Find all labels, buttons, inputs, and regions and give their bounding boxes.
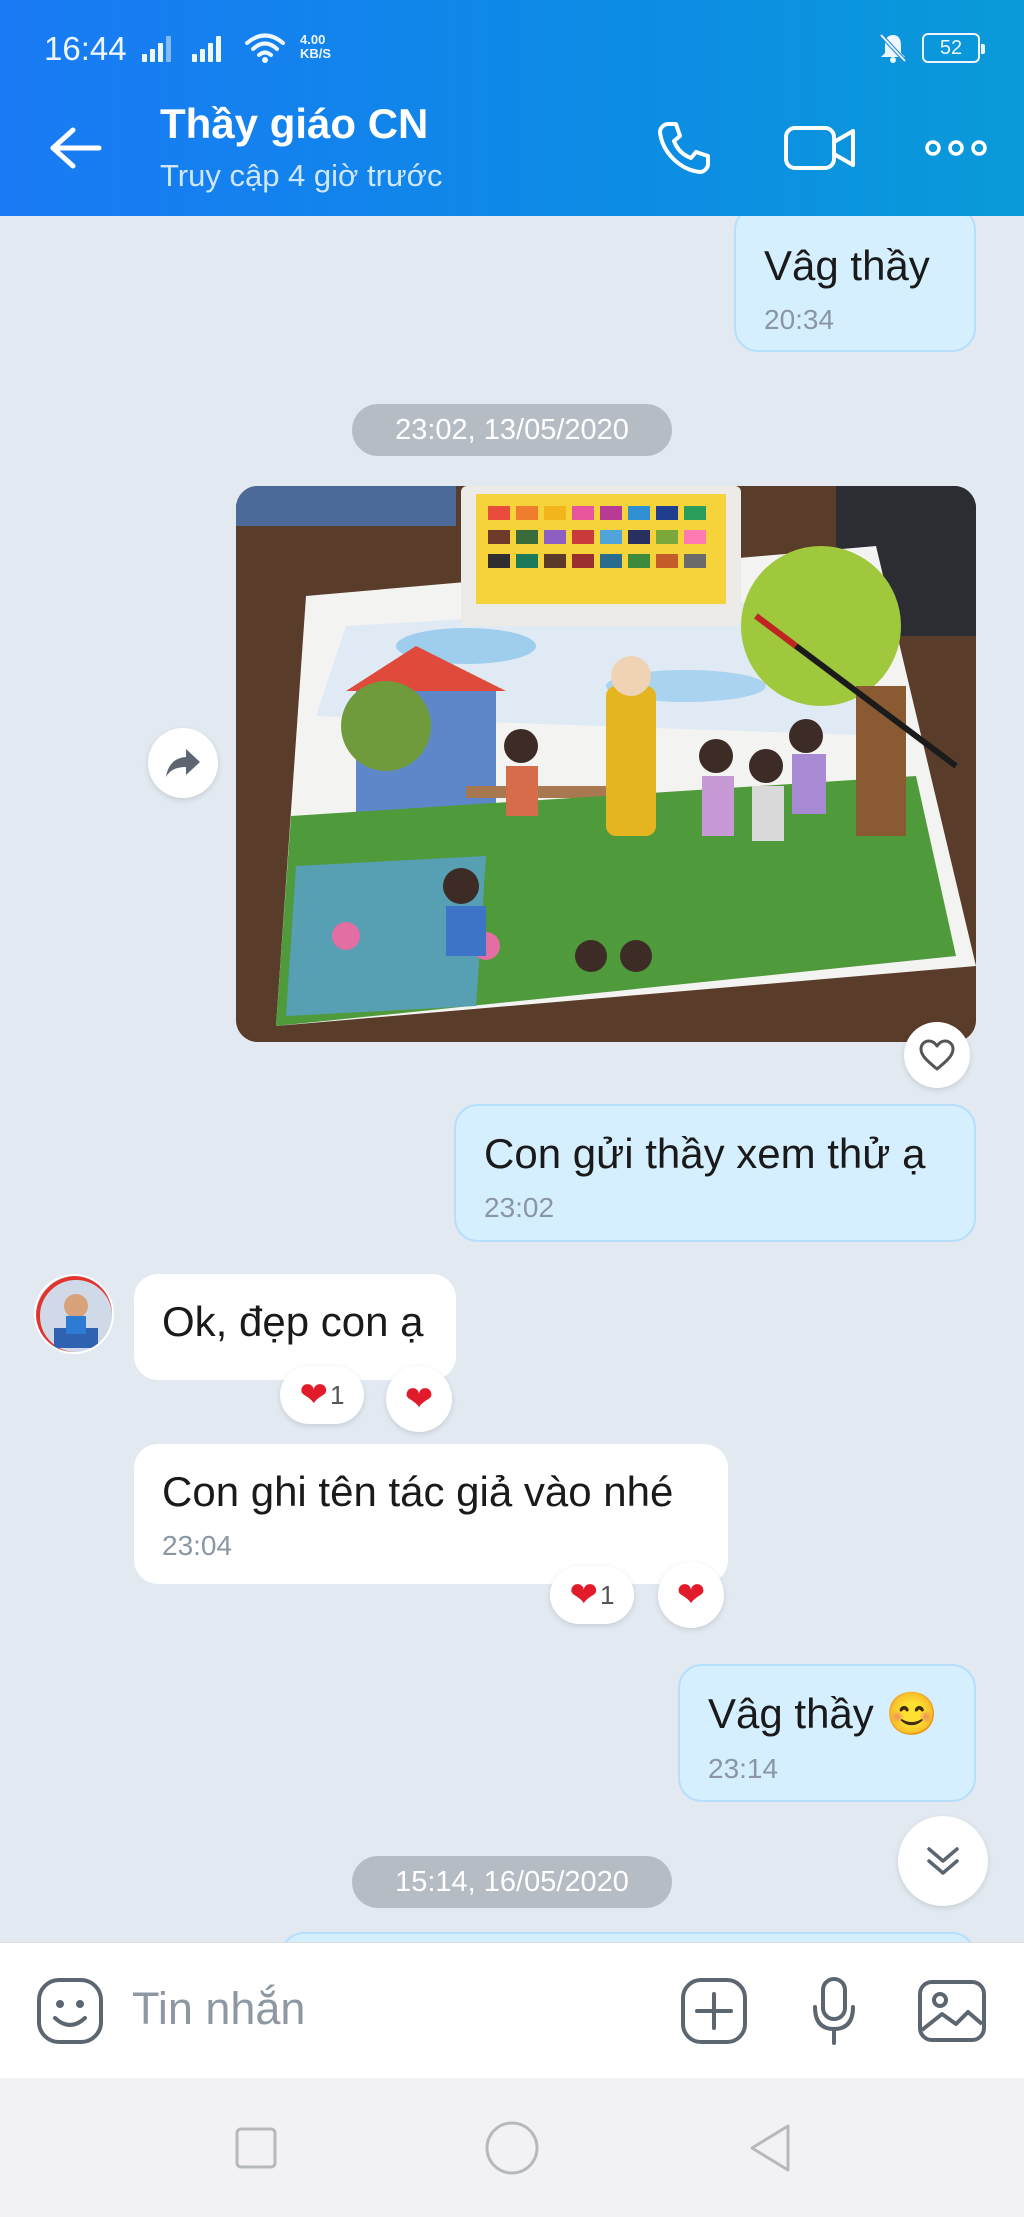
gallery-button[interactable] bbox=[914, 1973, 990, 2049]
wifi-icon bbox=[245, 33, 285, 63]
message-input[interactable]: Tin nhắn bbox=[132, 1983, 305, 2035]
forward-button[interactable] bbox=[148, 728, 218, 798]
more-options-button[interactable] bbox=[916, 108, 996, 188]
date-separator-text: 23:02, 13/05/2020 bbox=[395, 413, 629, 446]
reaction-summary[interactable]: ❤ 1 bbox=[550, 1566, 634, 1624]
arrow-left-icon bbox=[50, 127, 102, 169]
more-horizontal-icon bbox=[925, 140, 987, 156]
net-speed-unit: KB/S bbox=[300, 46, 332, 61]
heart-reaction-icon: ❤ bbox=[569, 1576, 599, 1614]
date-separator-text: 15:14, 16/05/2020 bbox=[395, 1865, 629, 1898]
heart-reaction-icon: ❤ bbox=[299, 1376, 329, 1414]
home-button[interactable] bbox=[482, 2118, 542, 2178]
voice-call-button[interactable] bbox=[644, 108, 724, 188]
status-time: 16:44 bbox=[44, 30, 127, 67]
message-bubble-incoming[interactable]: Con ghi tên tác giả vào nhé 23:04 bbox=[134, 1444, 728, 1584]
contact-last-seen: Truy cập 4 giờ trước bbox=[160, 158, 443, 193]
reaction-summary[interactable]: ❤ 1 bbox=[280, 1366, 364, 1424]
circle-icon bbox=[485, 2121, 539, 2175]
message-time: 23:04 bbox=[162, 1530, 233, 1561]
status-right: 52 bbox=[878, 32, 985, 64]
battery-level: 52 bbox=[939, 36, 963, 59]
square-icon bbox=[235, 2127, 277, 2169]
status-bar: 16:44 4.00 KB/S 52 bbox=[0, 0, 1024, 78]
message-bubble-outgoing[interactable]: Con gửi thầy xem thử ạ 23:02 bbox=[454, 1104, 976, 1242]
contact-name[interactable]: Thầy giáo CN bbox=[160, 100, 428, 148]
phone-icon bbox=[658, 122, 710, 174]
chat-area[interactable]: Vâg thầy 20:34 23:02, 13/05/2020 Con gửi… bbox=[0, 216, 1024, 1942]
heart-outline-icon bbox=[919, 1039, 955, 1071]
message-bubble-outgoing[interactable] bbox=[280, 1932, 976, 1942]
signal-icon-sim2 bbox=[192, 34, 221, 62]
image-message[interactable] bbox=[236, 486, 976, 1042]
emoji-button[interactable] bbox=[32, 1973, 108, 2049]
triangle-back-icon bbox=[750, 2124, 790, 2172]
app-bar: Thầy giáo CN Truy cập 4 giờ trước bbox=[0, 78, 1024, 216]
drawing-image bbox=[236, 486, 976, 1042]
plus-square-icon bbox=[681, 1978, 747, 2044]
date-separator: 15:14, 16/05/2020 bbox=[352, 1856, 672, 1908]
message-text: Con ghi tên tác giả vào nhé bbox=[162, 1468, 674, 1515]
back-button[interactable] bbox=[44, 116, 108, 180]
message-time: 23:14 bbox=[708, 1753, 779, 1784]
scroll-to-bottom-button[interactable] bbox=[898, 1816, 988, 1906]
video-call-button[interactable] bbox=[780, 108, 860, 188]
net-speed-value: 4.00 bbox=[300, 32, 326, 47]
muted-bell-icon bbox=[879, 33, 907, 63]
message-bubble-outgoing[interactable]: Vâg thầy 😊 23:14 bbox=[678, 1664, 976, 1802]
message-bubble-outgoing[interactable]: Vâg thầy 20:34 bbox=[734, 216, 976, 352]
message-time: 20:34 bbox=[764, 304, 835, 335]
microphone-icon bbox=[813, 1977, 855, 2045]
voice-message-button[interactable] bbox=[796, 1973, 872, 2049]
message-text: Con gửi thầy xem thử ạ bbox=[484, 1130, 926, 1177]
sticker-smile-icon bbox=[37, 1978, 103, 2044]
date-separator: 23:02, 13/05/2020 bbox=[352, 404, 672, 456]
heart-icon: ❤ bbox=[676, 1576, 706, 1614]
system-nav-bar bbox=[0, 2078, 1024, 2217]
contact-avatar-image bbox=[36, 1276, 112, 1352]
message-text: Vâg thầy 😊 bbox=[708, 1690, 938, 1737]
image-gallery-icon bbox=[918, 1980, 986, 2042]
reaction-count: 1 bbox=[600, 1579, 615, 1610]
back-nav-button[interactable] bbox=[740, 2118, 800, 2178]
header: 16:44 4.00 KB/S 52 Thầy giáo CN Truy cập… bbox=[0, 0, 1024, 216]
video-camera-icon bbox=[784, 126, 855, 170]
signal-icon-sim1 bbox=[142, 34, 171, 62]
react-button[interactable]: ❤ bbox=[386, 1366, 452, 1432]
double-chevron-down-icon bbox=[927, 1847, 959, 1875]
battery-indicator: 52 bbox=[922, 33, 985, 63]
heart-icon: ❤ bbox=[404, 1380, 434, 1418]
like-button[interactable] bbox=[904, 1022, 970, 1088]
reaction-count: 1 bbox=[330, 1379, 345, 1410]
message-time: 23:02 bbox=[484, 1192, 555, 1223]
message-input-bar: Tin nhắn bbox=[0, 1942, 1024, 2078]
message-bubble-incoming[interactable]: Ok, đẹp con ạ bbox=[134, 1274, 456, 1380]
message-text: Vâg thầy bbox=[764, 242, 930, 289]
recent-apps-button[interactable] bbox=[226, 2118, 286, 2178]
message-text: Ok, đẹp con ạ bbox=[162, 1298, 424, 1345]
add-attachment-button[interactable] bbox=[676, 1973, 752, 2049]
avatar[interactable] bbox=[34, 1274, 114, 1354]
net-speed: 4.00 KB/S bbox=[300, 33, 331, 61]
react-button[interactable]: ❤ bbox=[658, 1562, 724, 1628]
share-forward-icon bbox=[166, 749, 200, 777]
